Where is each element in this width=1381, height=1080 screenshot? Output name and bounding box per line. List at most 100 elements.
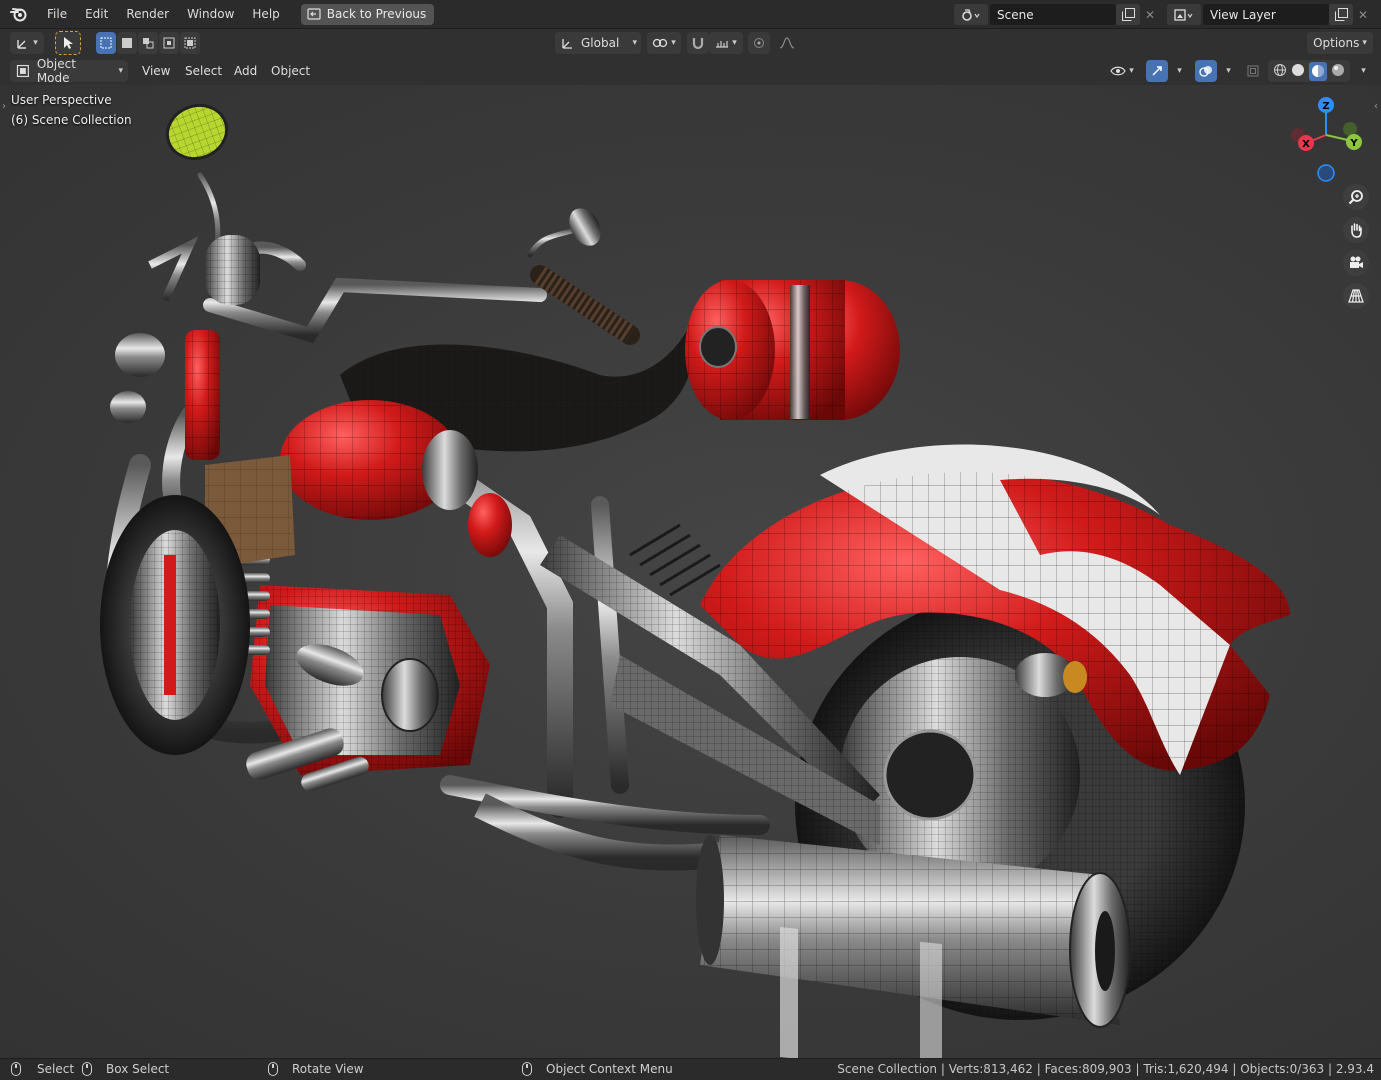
status-box-select-label: Box Select <box>106 1062 170 1076</box>
snap-toggle-button[interactable] <box>687 32 709 54</box>
status-bar: Select Box Select Rotate View Object Con… <box>0 1058 1381 1080</box>
magnet-icon <box>692 38 704 50</box>
solid-sphere-icon <box>1292 63 1304 76</box>
view-layer-browse-button[interactable] <box>1167 4 1201 25</box>
proportional-falloff-dropdown[interactable] <box>772 32 802 54</box>
scene-browse-button[interactable] <box>954 4 988 25</box>
menu-render[interactable]: Render <box>117 3 178 25</box>
view-layer-name-field[interactable]: View Layer <box>1203 4 1329 25</box>
status-rotate-hint: Rotate View <box>268 1062 364 1076</box>
select-mode-new-button[interactable] <box>96 32 116 54</box>
gizmo-x-label: X <box>1302 139 1310 150</box>
options-dropdown[interactable]: Options ▾ <box>1307 32 1373 54</box>
menu-edit[interactable]: Edit <box>76 3 117 25</box>
back-to-previous-label: Back to Previous <box>326 7 427 21</box>
back-to-previous-button[interactable]: Back to Previous <box>300 3 435 25</box>
zoom-icon <box>1348 190 1363 205</box>
scene-copy-button[interactable] <box>1116 4 1140 25</box>
perspective-toggle-button[interactable] <box>1343 283 1369 309</box>
mouse-right-icon <box>522 1062 532 1076</box>
visibility-dropdown[interactable]: ▾ <box>1104 60 1140 82</box>
falloff-curve-icon <box>779 37 795 49</box>
eye-icon <box>1110 66 1126 76</box>
transform-icon <box>17 40 27 49</box>
snap-target-dropdown[interactable]: ▾ <box>709 32 743 54</box>
grid-icon <box>1348 289 1364 303</box>
wireframe-shading-button[interactable] <box>1273 63 1287 80</box>
gizmo-toggle-button[interactable] <box>1146 60 1168 82</box>
select-mode-intersect-button[interactable] <box>180 32 200 54</box>
status-box-select-hint: Box Select <box>82 1062 169 1076</box>
overlays-dropdown[interactable]: ▾ <box>1217 60 1237 82</box>
select-mode-extend-button[interactable] <box>117 32 137 54</box>
motorcycle-model <box>100 104 1290 1058</box>
view-layer-selector: View Layer ✕ <box>1167 4 1373 25</box>
transform-orientation-dropdown[interactable]: Global ▾ <box>555 32 641 54</box>
scene-statistics: Scene Collection | Verts:813,462 | Faces… <box>837 1062 1374 1076</box>
rendered-shading-button[interactable] <box>1331 63 1345 80</box>
gizmo-y-label: Y <box>1349 138 1358 149</box>
mouse-middle-icon <box>268 1062 278 1076</box>
pivot-point-dropdown[interactable]: ▾ <box>647 32 681 54</box>
header-menu-add[interactable]: Add <box>228 60 263 82</box>
rendered-sphere-icon <box>1332 63 1344 76</box>
select-mode-subtract-button[interactable] <box>138 32 158 54</box>
view-layer-icon <box>1174 8 1193 21</box>
scene-icon <box>962 8 980 21</box>
menu-window[interactable]: Window <box>178 3 243 25</box>
proportional-editing-button[interactable] <box>748 32 770 54</box>
shading-dropdown[interactable]: ▾ <box>1352 60 1372 82</box>
status-select-label: Select <box>37 1062 75 1076</box>
viewport-header: Object Mode ▾ View Select Add Object ▾ ▾ … <box>0 57 1381 85</box>
camera-view-button[interactable] <box>1343 250 1369 276</box>
scene-name-field[interactable]: Scene <box>990 4 1116 25</box>
scene-selector: Scene ✕ <box>954 4 1160 25</box>
status-select-hint: Select <box>11 1062 74 1076</box>
select-cursor-icon <box>64 37 73 49</box>
zoom-button[interactable] <box>1343 184 1369 210</box>
mode-dropdown[interactable]: Object Mode ▾ <box>10 57 128 85</box>
top-menu-bar: File Edit Render Window Help Back to Pre… <box>0 0 1381 29</box>
mouse-drag-icon <box>82 1062 92 1076</box>
proportional-icon <box>754 38 764 48</box>
shading-modes <box>1268 60 1350 82</box>
menu-help[interactable]: Help <box>243 3 288 25</box>
hand-pan-icon <box>1351 223 1362 238</box>
material-sphere-icon <box>1312 64 1324 77</box>
gizmo-dropdown[interactable]: ▾ <box>1168 60 1188 82</box>
wireframe-sphere-icon <box>1274 63 1286 76</box>
overlays-icon <box>1199 66 1212 77</box>
orientation-icon <box>562 39 572 49</box>
pan-button[interactable] <box>1343 217 1369 243</box>
mouse-left-icon <box>11 1062 21 1076</box>
xray-toggle-button[interactable] <box>1243 60 1263 82</box>
editor-type-button[interactable]: ▾ <box>10 32 44 54</box>
camera-icon <box>1350 256 1363 268</box>
blender-logo-icon[interactable] <box>0 0 38 29</box>
status-rotate-label: Rotate View <box>292 1062 364 1076</box>
gizmo-icon <box>1152 66 1162 76</box>
menu-file[interactable]: File <box>38 3 76 25</box>
header-menu-select[interactable]: Select <box>179 60 228 82</box>
mode-label: Object Mode <box>36 57 76 85</box>
copy-icon <box>1121 8 1135 21</box>
3d-viewport[interactable]: User Perspective (6) Scene Collection › … <box>0 85 1381 1058</box>
header-menu-object[interactable]: Object <box>265 60 316 82</box>
view-layer-copy-button[interactable] <box>1329 4 1353 25</box>
xray-icon <box>1247 65 1259 77</box>
tool-settings-bar: ▾ Global ▾ ▾ ▾ Options ▾ <box>0 29 1381 57</box>
scene-close-icon[interactable]: ✕ <box>1140 4 1160 25</box>
solid-shading-button[interactable] <box>1291 63 1305 80</box>
overlays-toggle-button[interactable] <box>1195 60 1217 82</box>
copy-icon <box>1334 8 1348 21</box>
select-mode-invert-button[interactable] <box>159 32 179 54</box>
status-context-menu-hint: Object Context Menu <box>522 1062 673 1076</box>
navigation-gizmo[interactable]: Z X Y <box>1286 93 1368 189</box>
back-icon <box>307 8 321 20</box>
header-menu-view[interactable]: View <box>136 60 176 82</box>
options-label: Options <box>1313 36 1360 50</box>
select-tool-button[interactable] <box>55 31 81 55</box>
view-layer-close-icon[interactable]: ✕ <box>1353 4 1373 25</box>
snap-increment-icon <box>716 41 729 48</box>
material-preview-shading-button[interactable] <box>1309 61 1327 81</box>
